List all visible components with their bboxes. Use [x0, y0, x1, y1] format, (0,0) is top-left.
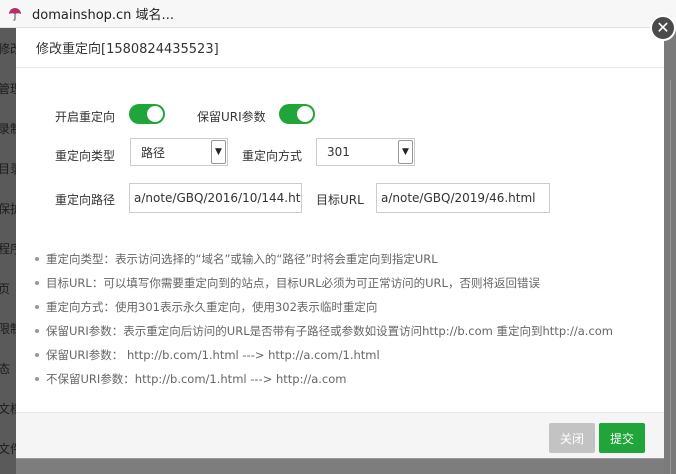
edit-redirect-dialog: 修改重定向[1580824435523] 开启重定向 保留URI参数 重定向类型…	[16, 28, 664, 458]
background-bottom-bar	[16, 458, 664, 474]
target-url-label: 目标URL	[316, 193, 364, 207]
redirect-method-value: 301	[327, 145, 350, 159]
dialog-footer: 关闭 提交	[16, 412, 664, 458]
sidebar-fragment: 修改	[0, 42, 16, 56]
dialog-header: 修改重定向[1580824435523]	[16, 28, 664, 68]
redirect-method-select[interactable]: 301 ▼	[316, 138, 415, 166]
sidebar-fragment: 文档	[0, 402, 16, 416]
help-tip: 重定向类型：表示访问选择的“域名”或输入的“路径”时将会重定向到指定URL	[34, 250, 654, 274]
sidebar-fragment: 保护	[0, 202, 16, 216]
help-tip: 目标URL：可以填写你需要重定向到的站点，目标URL必须为可正常访问的URL，否…	[34, 274, 654, 298]
redirect-type-value: 路径	[141, 145, 166, 160]
sidebar-fragment: 录制	[0, 122, 16, 136]
help-tips-list: 重定向类型：表示访问选择的“域名”或输入的“路径”时将会重定向到指定URL 目标…	[34, 250, 654, 394]
umbrella-logo-icon	[9, 7, 21, 21]
keep-uri-params-toggle[interactable]	[279, 104, 315, 124]
keep-uri-params-label: 保留URI参数	[197, 110, 266, 124]
help-tip: 保留URI参数：表示重定向后访问的URL是否带有子路径或参数如设置访问http:…	[34, 322, 654, 346]
close-icon[interactable]: ✕	[650, 15, 676, 41]
redirect-method-label: 重定向方式	[242, 149, 303, 163]
sidebar-fragment: 页	[0, 282, 11, 296]
redirect-path-input[interactable]: a/note/GBQ/2016/10/144.html	[129, 183, 302, 213]
sidebar-fragment: 文件	[0, 442, 16, 456]
help-tip: 重定向方式：使用301表示永久重定向，使用302表示临时重定向	[34, 298, 654, 322]
close-button[interactable]: 关闭	[549, 423, 595, 453]
window-title: domainshop.cn 域名...	[32, 8, 174, 23]
redirect-path-label: 重定向路径	[55, 193, 116, 207]
dialog-title: 修改重定向[1580824435523]	[36, 42, 219, 57]
background-divider	[670, 80, 671, 474]
sidebar-fragment: 程序	[0, 242, 16, 256]
redirect-type-label: 重定向类型	[55, 149, 116, 163]
sidebar-fragment: 目录	[0, 162, 16, 176]
help-tip: 保留URI参数： http://b.com/1.html ---> http:/…	[34, 346, 654, 370]
enable-redirect-toggle[interactable]	[129, 104, 165, 124]
background-sidebar: 修改 管理 录制 目录 保护 程序 页 限制 态 文档 文件	[0, 28, 16, 474]
window-titlebar: domainshop.cn 域名...	[0, 0, 676, 28]
enable-redirect-label: 开启重定向	[55, 110, 116, 124]
sidebar-fragment: 管理	[0, 82, 16, 96]
submit-button[interactable]: 提交	[599, 423, 645, 453]
chevron-down-icon: ▼	[398, 140, 413, 164]
redirect-type-select[interactable]: 路径 ▼	[130, 138, 228, 166]
sidebar-fragment: 限制	[0, 322, 16, 336]
help-tip: 不保留URI参数：http://b.com/1.html ---> http:/…	[34, 370, 654, 394]
sidebar-fragment: 态	[0, 362, 11, 376]
chevron-down-icon: ▼	[211, 140, 226, 164]
target-url-input[interactable]: a/note/GBQ/2019/46.html	[376, 183, 550, 213]
